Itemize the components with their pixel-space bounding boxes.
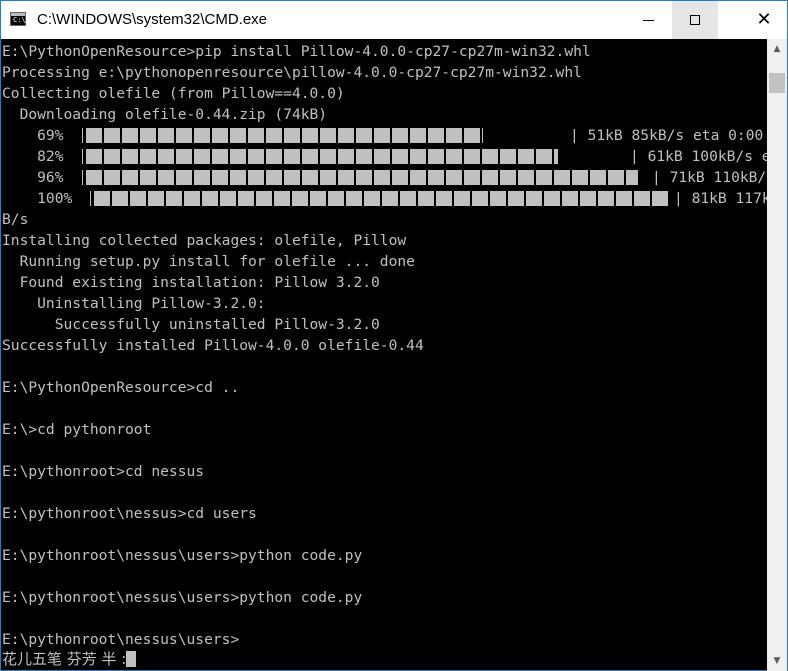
maximize-button[interactable] [672, 1, 718, 39]
scroll-thumb[interactable] [769, 73, 785, 93]
scroll-up-arrow-icon[interactable]: ▲ [767, 39, 787, 59]
minimize-button[interactable] [625, 1, 671, 39]
progress-row: 69% | 51kB 85kB/s eta 0:00 [2, 125, 767, 146]
progress-percent: 69% [2, 127, 64, 144]
console-line: E:\pythonroot\nessus\users>python code.p… [2, 547, 363, 564]
console-line: Processing e:\pythonopenresource\pillow-… [2, 64, 582, 81]
progress-row: 100% | 81kB 117k [2, 188, 767, 209]
progress-bar-start [82, 170, 83, 185]
console-line: E:\>cd pythonroot [2, 421, 152, 438]
console-line: Installing collected packages: olefile, … [2, 232, 407, 249]
progress-stats: | 71kB 110kB/ [652, 169, 767, 186]
console-line: E:\PythonOpenResource>pip install Pillow… [2, 43, 591, 60]
console-line: Uninstalling Pillow-3.2.0: [2, 295, 266, 312]
progress-percent: 100% [2, 190, 73, 207]
console-line: E:\pythonroot>cd nessus [2, 463, 205, 480]
progress-bar-fill [86, 128, 483, 143]
progress-percent: 96% [2, 169, 64, 186]
cmd-app-icon[interactable]: C:\ [10, 12, 26, 26]
progress-stats: | 81kB 117k [674, 190, 767, 207]
scroll-down-arrow-icon[interactable]: ▼ [767, 651, 787, 671]
console-line: Downloading olefile-0.44.zip (74kB) [2, 106, 328, 123]
title-bar[interactable]: C:\ C:\WINDOWS\system32\CMD.exe ✕ [1, 1, 787, 39]
minimize-icon [642, 19, 654, 21]
progress-percent: 82% [2, 148, 64, 165]
maximize-icon [690, 15, 700, 25]
window-title: C:\WINDOWS\system32\CMD.exe [37, 11, 268, 28]
console-line: B/s [2, 211, 29, 228]
progress-row: 96% | 71kB 110kB/ [2, 167, 767, 188]
progress-bar-fill [86, 149, 558, 164]
console-line: Successfully uninstalled Pillow-3.2.0 [2, 316, 380, 333]
vertical-scrollbar[interactable]: ▲ ▼ [767, 39, 787, 671]
progress-stats: | 61kB 100kB/s et [630, 148, 767, 165]
console-line: Running setup.py install for olefile ...… [2, 253, 415, 270]
progress-bar-fill [94, 191, 669, 206]
progress-bar-start [82, 149, 83, 164]
text-cursor [126, 651, 137, 667]
close-icon: ✕ [756, 9, 772, 30]
progress-bar-fill [86, 170, 638, 185]
ime-composition-bar: 花儿五笔 芬芳 半 : [2, 649, 137, 670]
progress-bar-start [90, 191, 91, 206]
console-line: E:\pythonroot\nessus\users>python code.p… [2, 589, 363, 606]
console-line: Collecting olefile (from Pillow==4.0.0) [2, 85, 345, 102]
ime-text: 花儿五笔 芬芳 半 : [2, 650, 127, 668]
progress-stats: | 51kB 85kB/s eta 0:00 [570, 127, 764, 144]
progress-bar-start [82, 128, 83, 143]
progress-row: 82% | 61kB 100kB/s et [2, 146, 767, 167]
close-button[interactable]: ✕ [741, 1, 787, 39]
console-line: E:\pythonroot\nessus\users> [2, 631, 240, 648]
console-line: E:\PythonOpenResource>cd .. [2, 379, 240, 396]
console-line: E:\pythonroot\nessus>cd users [2, 505, 257, 522]
console-line: Found existing installation: Pillow 3.2.… [2, 274, 380, 291]
cmd-window: C:\ C:\WINDOWS\system32\CMD.exe ✕ 花儿五笔 芬… [0, 0, 788, 671]
console-line: Successfully installed Pillow-4.0.0 olef… [2, 337, 424, 354]
console-output[interactable]: 花儿五笔 芬芳 半 : E:\PythonOpenResource>pip in… [1, 39, 767, 671]
